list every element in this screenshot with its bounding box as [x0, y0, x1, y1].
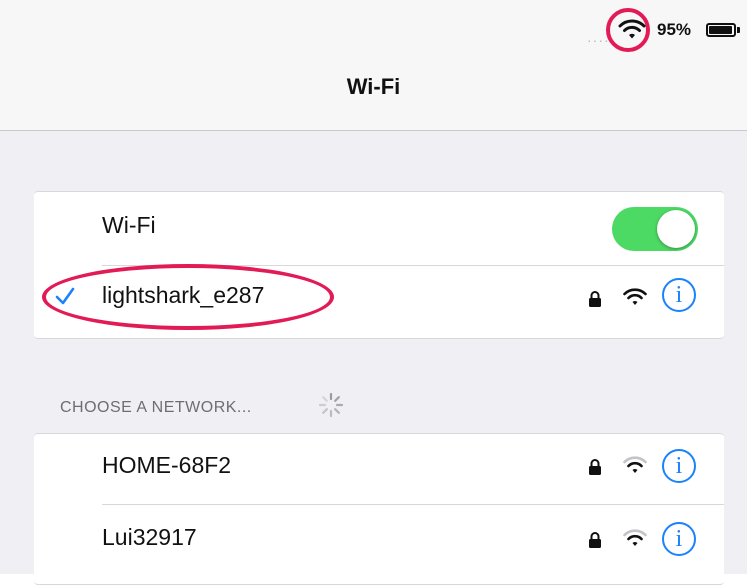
network-row[interactable]: HOME-68F2 i [34, 434, 724, 504]
annotation-circle [606, 8, 650, 52]
lock-icon [589, 532, 601, 548]
battery-tip [737, 27, 740, 33]
battery-icon [706, 23, 736, 37]
info-button[interactable]: i [662, 278, 696, 312]
loading-spinner-icon [318, 392, 344, 418]
network-row[interactable]: Lui32917 i [34, 506, 724, 576]
wifi-signal-icon [623, 529, 647, 546]
network-name: HOME-68F2 [102, 452, 232, 478]
toggle-knob [657, 210, 695, 248]
battery-percentage: 95% [657, 20, 692, 39]
lock-icon [589, 291, 601, 307]
page-title: Wi-Fi [346, 74, 401, 99]
network-name: Lui32917 [102, 524, 197, 550]
info-button[interactable]: i [662, 522, 696, 556]
lock-icon [589, 459, 601, 475]
wifi-toggle-row: Wi-Fi [34, 192, 724, 262]
info-button[interactable]: i [662, 449, 696, 483]
navigation-bar: Wi-Fi [0, 56, 747, 131]
settings-screen: ····· 95% Wi-Fi Wi-Fi lightshark_e287 i … [0, 0, 747, 585]
section-header: CHOOSE A NETWORK... [60, 399, 252, 416]
status-bar: ····· 95% [0, 0, 747, 56]
wifi-signal-icon [623, 456, 647, 473]
annotation-ellipse [42, 264, 334, 330]
wifi-signal-icon [623, 288, 647, 305]
network-list: HOME-68F2 i Lui32917 i [34, 433, 724, 585]
wifi-toggle-switch[interactable] [612, 207, 698, 251]
row-divider [102, 504, 724, 505]
wifi-toggle-label: Wi-Fi [102, 212, 156, 238]
